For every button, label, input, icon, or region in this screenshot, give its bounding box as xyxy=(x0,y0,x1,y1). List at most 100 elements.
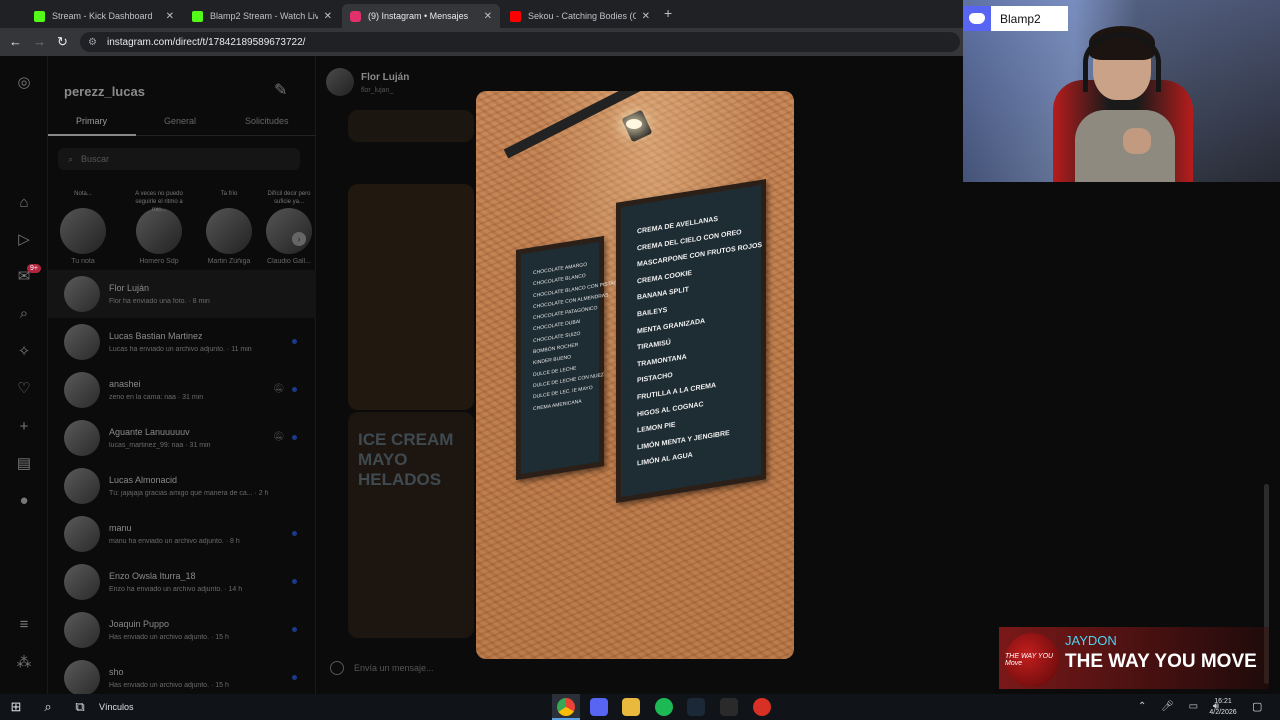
back-icon[interactable]: ← xyxy=(9,34,22,49)
message-input[interactable]: Envía un mensaje... xyxy=(330,656,970,680)
message-image[interactable]: ICE CREAM MAYO HELADOS xyxy=(348,412,474,638)
conversation-item[interactable]: Lucas Bastian Martinez Lucas ha enviado … xyxy=(48,318,316,366)
headset xyxy=(1083,32,1161,92)
tab-requests[interactable]: Solicitudes xyxy=(245,116,289,126)
conversation-item[interactable]: Flor Luján Flor ha enviado una foto. · 8… xyxy=(48,270,316,318)
browser-tab-active[interactable]: (9) Instagram • Mensajes ✕ xyxy=(342,4,500,28)
address-bar[interactable]: ⚙ instagram.com/direct/t/178421895896737… xyxy=(80,32,960,52)
conversation-item[interactable]: anashei zeno en la cama: naa · 31 min 🔕︎ xyxy=(48,366,316,414)
windows-start-icon[interactable]: ⊞ xyxy=(6,697,26,717)
story-item[interactable]: Nota... Tu nota xyxy=(52,190,114,265)
story-item[interactable]: Difícil decir pero suficie ya... Claudio… xyxy=(262,190,316,265)
kick-favicon-icon xyxy=(192,10,203,22)
track-title: THE WAY YOU MOVE xyxy=(1065,651,1257,672)
avatar xyxy=(206,208,252,254)
instagram-logo-icon[interactable]: ◎ xyxy=(14,72,34,92)
conversation-name: Lucas Almonacid xyxy=(109,475,178,485)
message-image[interactable] xyxy=(348,110,474,142)
file-explorer-icon[interactable] xyxy=(622,698,640,716)
clock-time: 16:21 xyxy=(1214,698,1232,705)
conversation-name: Joaquin Puppo xyxy=(109,619,170,629)
search-icon[interactable]: ⌕ xyxy=(38,697,58,717)
chrome-icon[interactable] xyxy=(557,698,575,716)
avatar xyxy=(64,420,100,456)
steam-icon[interactable] xyxy=(687,698,705,716)
create-icon[interactable]: + xyxy=(14,416,34,436)
conversation-item[interactable]: Aguante Lanuuuuuv lucas_martinez_99: naa… xyxy=(48,414,316,462)
notification-badge: 9+ xyxy=(27,264,41,273)
meta-apps-icon[interactable]: ⁂ xyxy=(14,652,34,672)
close-tab-icon[interactable]: ✕ xyxy=(166,11,174,22)
conversation-item[interactable]: Lucas Almonacid Tú: jajajaja gracias ami… xyxy=(48,462,316,510)
task-view-icon[interactable]: ⧉ xyxy=(70,697,90,717)
tab-title: Stream - Kick Dashboard xyxy=(52,11,153,21)
epic-games-icon[interactable] xyxy=(720,698,738,716)
thread-handle: flor_lujan_ xyxy=(361,87,394,94)
conversation-item[interactable]: sho Has enviado un archivo adjunto. · 15… xyxy=(48,654,316,694)
discord-name-card: Blamp2 xyxy=(963,6,1068,31)
links-toolbar[interactable]: Vínculos xyxy=(99,702,134,712)
thread-name[interactable]: Flor Luján xyxy=(361,72,409,83)
thread-avatar[interactable] xyxy=(326,68,354,96)
heart-icon[interactable]: ♡ xyxy=(14,378,34,398)
dashboard-icon[interactable]: ▤ xyxy=(14,453,34,473)
tab-general[interactable]: General xyxy=(164,116,196,126)
tab-primary[interactable]: Primary xyxy=(76,116,107,126)
story-item[interactable]: Ta frío Martin Zúñiga xyxy=(198,190,260,265)
site-info-icon[interactable]: ⚙ xyxy=(88,37,97,48)
photo-viewer[interactable]: CHOCOLATE AMARGO CHOCOLATE BLANCO CHOCOL… xyxy=(476,91,794,659)
muted-bell-icon: 🔕︎ xyxy=(273,383,285,393)
close-tab-icon[interactable]: ✕ xyxy=(642,11,650,22)
notification-center-icon[interactable]: ▢ xyxy=(1252,700,1262,713)
emoji-icon[interactable] xyxy=(330,661,344,675)
close-tab-icon[interactable]: ✕ xyxy=(484,11,492,22)
conversation-name: Lucas Bastian Martinez xyxy=(109,331,203,341)
discord-icon[interactable] xyxy=(590,698,608,716)
conversation-preview: Enzo ha enviado un archivo adjunto. · 14… xyxy=(109,586,243,593)
conversation-item[interactable]: manu manu ha enviado un archivo adjunto.… xyxy=(48,510,316,558)
search-icon[interactable]: ⌕ xyxy=(14,303,34,323)
browser-tab[interactable]: Stream - Kick Dashboard ✕ xyxy=(26,4,182,28)
unread-dot xyxy=(292,675,297,680)
kick-favicon-icon xyxy=(34,10,45,22)
tab-title: (9) Instagram • Mensajes xyxy=(368,11,469,21)
nav-icon-rail: ◎ ⌂ ▷ ✉ 9+ ⌕ ✧ ♡ + ▤ ● ≡ ⁂ xyxy=(0,56,48,694)
menu-board-right: CREMA DE AVELLANAS CREMA DEL CIELO CON O… xyxy=(616,179,766,503)
menu-icon[interactable]: ≡ xyxy=(14,614,34,634)
conversation-preview: lucas_martinez_99: naa · 31 min xyxy=(109,442,211,449)
forward-icon[interactable]: → xyxy=(33,34,46,49)
account-username[interactable]: perezz_lucas xyxy=(64,84,145,99)
avatar xyxy=(64,660,100,694)
message-image[interactable] xyxy=(348,184,474,410)
album-art-text: THE WAY YOU Move xyxy=(1005,653,1054,667)
instagram-favicon-icon xyxy=(350,10,361,22)
story-item[interactable]: A veces no puedo seguirle el ritmo a mis… xyxy=(128,190,190,265)
home-icon[interactable]: ⌂ xyxy=(14,192,34,212)
reload-icon[interactable]: ↻ xyxy=(57,34,68,50)
avatar xyxy=(64,612,100,648)
compose-icon[interactable]: ✎ xyxy=(274,80,287,100)
reels-icon[interactable]: ▷ xyxy=(14,229,34,249)
search-input[interactable]: ⌕ Buscar xyxy=(58,148,300,170)
explore-icon[interactable]: ✧ xyxy=(14,341,34,361)
conversation-item[interactable]: Enzo Owsla Iturra_18 Enzo ha enviado un … xyxy=(48,558,316,606)
unread-dot xyxy=(292,531,297,536)
conversation-name: anashei xyxy=(109,379,141,389)
profile-avatar-icon[interactable]: ● xyxy=(14,490,34,510)
browser-tab[interactable]: Blamp2 Stream - Watch Live on ✕ xyxy=(184,4,340,28)
search-placeholder: Buscar xyxy=(81,154,110,164)
obs-icon[interactable] xyxy=(753,698,771,716)
message-placeholder: Envía un mensaje... xyxy=(354,663,434,673)
conversation-item[interactable]: Joaquin Puppo Has enviado un archivo adj… xyxy=(48,606,316,654)
stories-next-icon[interactable]: › xyxy=(292,232,306,246)
unread-dot xyxy=(292,339,297,344)
taskbar-clock[interactable]: 16:21 4/2/2026 xyxy=(1200,696,1246,718)
spotify-icon[interactable] xyxy=(655,698,673,716)
close-tab-icon[interactable]: ✕ xyxy=(324,11,332,22)
track-artist: JAYDON xyxy=(1065,633,1117,648)
clock-date: 4/2/2026 xyxy=(1209,709,1237,716)
browser-tab[interactable]: Sekou - Catching Bodies (Offici ✕ xyxy=(502,4,658,28)
conversation-preview: Has enviado un archivo adjunto. · 15 h xyxy=(109,682,229,689)
new-tab-icon[interactable]: + xyxy=(664,5,672,21)
avatar xyxy=(136,208,182,254)
